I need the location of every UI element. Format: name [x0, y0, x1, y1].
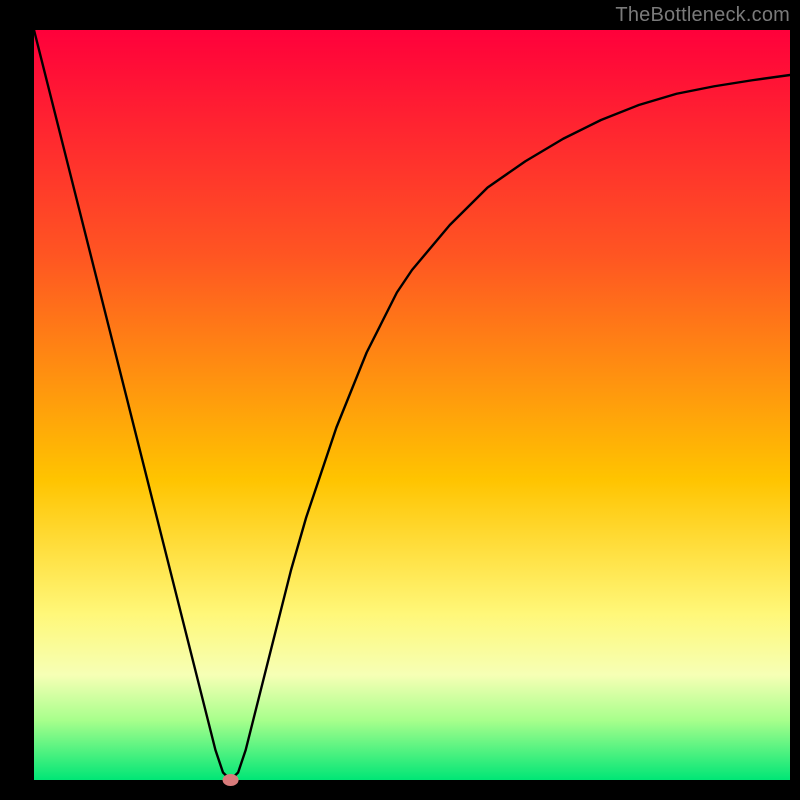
chart-stage: TheBottleneck.com: [0, 0, 800, 800]
bottleneck-line-chart: [0, 0, 800, 800]
watermark-label: TheBottleneck.com: [615, 4, 790, 27]
gradient-background: [34, 30, 790, 780]
minimum-marker: [223, 774, 239, 786]
